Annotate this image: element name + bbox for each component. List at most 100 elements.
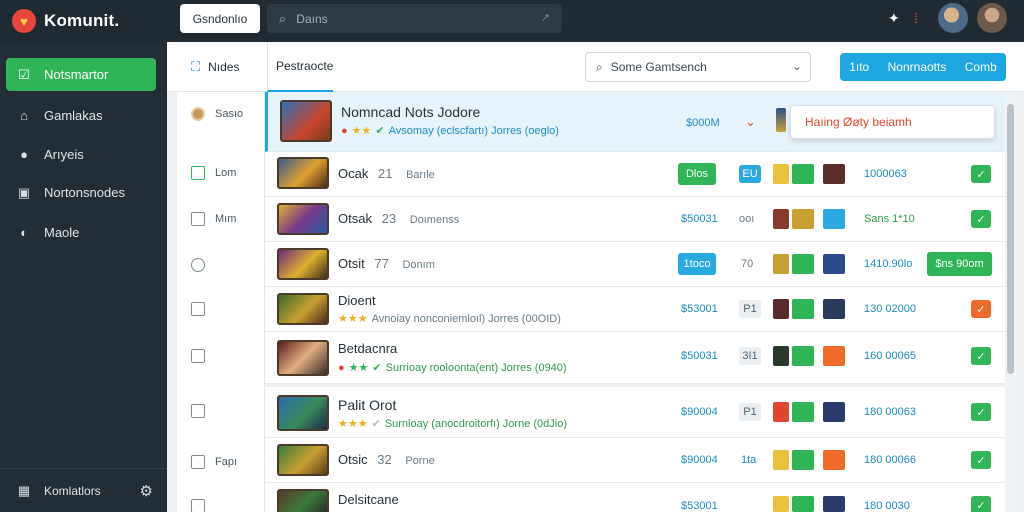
select-row[interactable] <box>191 255 205 275</box>
select-row[interactable]: Lom <box>191 163 236 183</box>
action-label-a[interactable]: 1ıto <box>849 60 869 74</box>
row-value: $53001 <box>681 500 718 512</box>
row-checkbox[interactable] <box>191 455 205 469</box>
row-checkbox[interactable] <box>191 499 205 512</box>
row-price: 180 00066 <box>864 454 916 466</box>
check-icon[interactable]: ✓ <box>971 165 991 183</box>
brand[interactable]: ♥ Komunit. <box>0 0 167 42</box>
table-row[interactable]: Otsak 23 Doımenss $50031 ooı Sans 1*10 ✓ <box>265 197 1005 242</box>
game-filter-select[interactable]: ⌕ Some Gamtsench ⌄ <box>585 52 811 82</box>
row-checkbox[interactable] <box>191 349 205 363</box>
select-row[interactable]: Sasıo <box>191 104 243 124</box>
sidebar-item-arıyeis[interactable]: ● Arıyeis <box>6 138 156 171</box>
scrollbar-thumb[interactable] <box>1007 104 1014 374</box>
check-icon[interactable]: ✓ <box>971 210 991 228</box>
game-thumbnail <box>277 293 329 325</box>
rating-stars: ★★ <box>351 125 372 137</box>
compass-icon: ◐ <box>20 225 28 240</box>
mini-thumbnail <box>823 346 845 366</box>
sidebar-footer[interactable]: ▦ Komlatlors ⚙ <box>0 468 167 512</box>
row-checkbox[interactable] <box>191 404 205 418</box>
user-avatar[interactable] <box>938 3 968 33</box>
check-square-icon: ☑ <box>18 66 30 82</box>
app-name: Komunit. <box>44 11 120 30</box>
action-label-b[interactable]: Nonrnaotts <box>888 60 947 74</box>
check-icon: ✔ <box>371 418 381 430</box>
action-label-c[interactable]: Comb <box>965 60 997 74</box>
table-row[interactable]: Otsit 77 Donım 1toco 70 1410.90lo $ns 90… <box>265 242 1005 287</box>
game-thumbnail <box>277 395 329 431</box>
action-button-group[interactable]: 1ıto Nonrnaotts Comb <box>840 53 1006 81</box>
flag-icon[interactable]: ⁞ <box>914 10 918 26</box>
table-row[interactable]: Ocak 21 Barıle Dlos EU 1000063 ✓ <box>265 152 1005 197</box>
sidebar-item-gamlakas[interactable]: ⌂ Gamlakas <box>6 99 156 132</box>
sidebar-item-nortonsnodes[interactable]: ▣ Nortonsnodes <box>6 176 156 209</box>
game-thumbnail <box>277 157 329 189</box>
game-name: Otsit 77 Donım <box>338 256 435 271</box>
expand-icon[interactable]: ↗ <box>541 11 550 24</box>
table-row[interactable]: Betdacnra ● ★★ ✔ Surrioay rooloonta(ent) … <box>265 332 1005 384</box>
game-name: Ocak 21 Barıle <box>338 166 435 181</box>
game-name: Delsitcane <box>338 492 399 507</box>
row-price: 180 0030 <box>864 500 910 512</box>
table-row[interactable]: Dioent ★★★ Avnoiay nonconiemloıl) Jorres… <box>265 287 1005 332</box>
tag-badge: 70 <box>741 258 754 270</box>
sidebar-item-maole[interactable]: ◐ Maole <box>6 216 156 249</box>
row-value: $50031 <box>681 213 718 225</box>
search-placeholder: Daıns <box>296 11 328 26</box>
game-name: Palit Orot <box>338 397 397 413</box>
select-row[interactable] <box>191 299 205 319</box>
tab-pestraocte[interactable]: Pestraocte <box>267 42 333 92</box>
row-radio[interactable] <box>191 258 205 272</box>
tab-label: Pestraocte <box>276 59 334 73</box>
check-icon[interactable]: ✓ <box>971 300 991 318</box>
row-checkbox[interactable] <box>191 302 205 316</box>
table-row[interactable]: Otsic 32 Porne $90004 1ta 180 00066 ✓ <box>265 438 1005 483</box>
buy-button[interactable]: $ns 90om <box>927 252 992 276</box>
select-row[interactable]: Mım <box>191 209 236 229</box>
table-row[interactable]: Nomncad Nots Jodore ● ★★ ✔ Avsomay (eclsc… <box>265 92 1005 152</box>
mini-thumbnail <box>823 299 845 319</box>
game-name: Otsak 23 Doımenss <box>338 211 460 226</box>
grid-icon: ▦ <box>17 482 31 498</box>
top-bar: ♥ Komunit. Gsndonlıo ⌕ Daıns ↗ ✦ ⁞ <box>0 0 1024 42</box>
mini-thumbnail <box>773 450 789 470</box>
row-value: $90004 <box>681 454 718 466</box>
check-icon[interactable]: ✓ <box>971 347 991 365</box>
mini-thumbnail <box>773 299 789 319</box>
table-row[interactable]: Delsitcane $53001 180 0030 ✓ <box>265 483 1005 512</box>
sidebar-item-notsmartor[interactable]: ☑ Notsmartor <box>6 58 156 91</box>
game-meta: ★★★ Avnoiay nonconiemloıl) Jorres (00OID… <box>338 312 561 326</box>
sidebar-item-label: Arıyeis <box>44 147 84 162</box>
tab-nodes[interactable]: ⛶ Nıdes <box>191 42 239 92</box>
row-price: 130 02000 <box>864 303 916 315</box>
top-tab[interactable]: Gsndonlıo <box>180 4 260 33</box>
chevron-down-icon[interactable]: ⌄ <box>745 114 756 130</box>
row-checkbox[interactable] <box>191 166 205 180</box>
profile-avatar[interactable] <box>977 3 1007 33</box>
check-icon[interactable]: ✓ <box>971 451 991 469</box>
check-icon[interactable]: ✓ <box>971 403 991 421</box>
notification-icon[interactable]: ✦ <box>888 10 900 27</box>
game-name: Otsic 32 Porne <box>338 452 435 467</box>
select-row[interactable] <box>191 346 205 366</box>
table-scrollbar[interactable] <box>1005 92 1017 512</box>
badge-icon: ● <box>338 361 345 374</box>
game-thumbnail <box>280 100 332 142</box>
mini-thumbnail <box>792 450 814 470</box>
global-search[interactable]: ⌕ Daıns ↗ <box>267 4 562 33</box>
select-row[interactable] <box>191 401 205 421</box>
check-icon[interactable]: ✓ <box>971 496 991 512</box>
status-pill[interactable]: 1toco <box>678 253 716 275</box>
table-row[interactable]: Palit Orot ★★★ ✔ Surnloay (anocdroitorfı)… <box>265 384 1005 438</box>
game-name: Dioent <box>338 293 376 308</box>
gear-icon[interactable]: ⚙ <box>140 482 153 500</box>
select-row[interactable] <box>191 496 205 512</box>
popup-tooltip: Haıing Øøty beiamh <box>790 105 995 139</box>
select-row[interactable]: Fapı <box>191 452 237 472</box>
row-checkbox[interactable] <box>191 212 205 226</box>
status-pill[interactable]: Dlos <box>678 163 716 185</box>
game-thumbnail <box>277 489 329 512</box>
mini-thumbnail <box>773 209 789 229</box>
game-thumbnail <box>277 248 329 280</box>
